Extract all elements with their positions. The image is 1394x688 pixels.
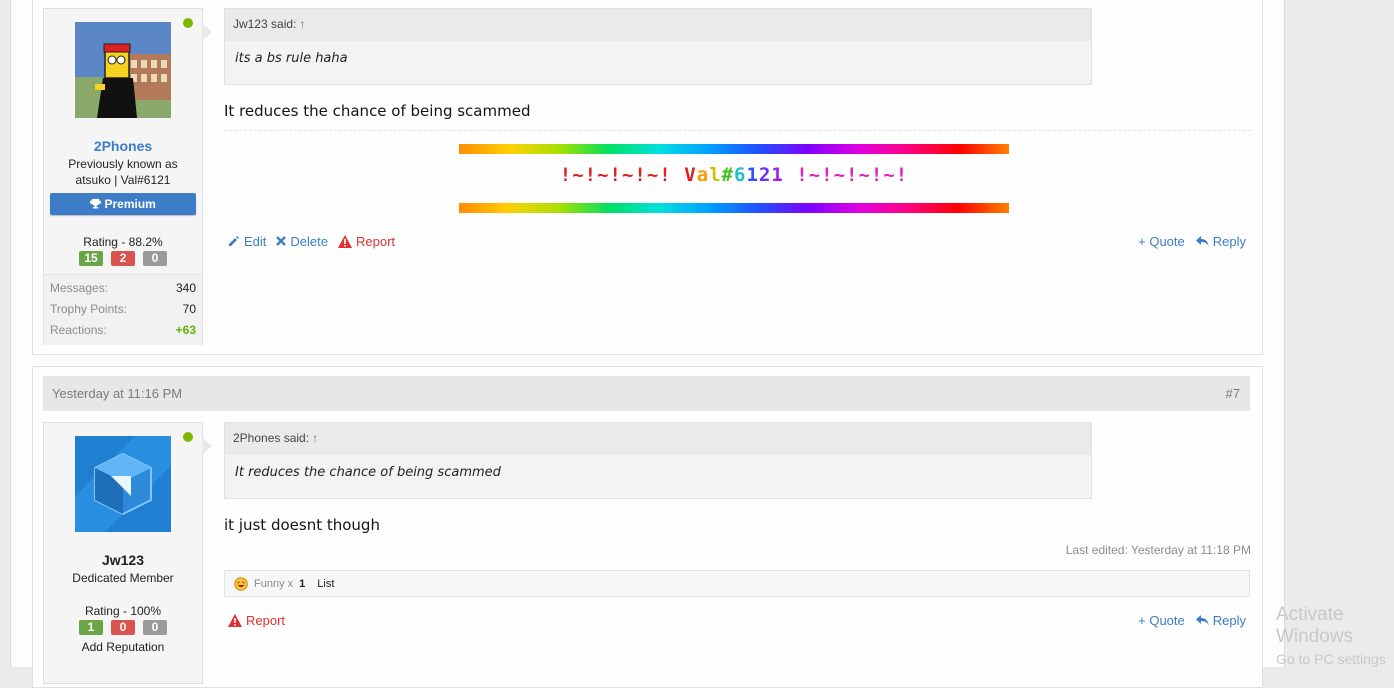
signature-part: 6 [734, 164, 747, 186]
signature-part: V [684, 164, 697, 186]
close-icon [276, 236, 287, 246]
rating-neutral[interactable]: 0 [143, 620, 167, 635]
user-title: Dedicated Member [72, 571, 174, 585]
online-indicator [183, 432, 193, 442]
post-container [32, 366, 1263, 688]
last-edited: Last edited: Yesterday at 11:18 PM [1065, 543, 1251, 557]
quote-author: Jw123 said: [233, 17, 297, 31]
pencil-icon [229, 236, 239, 246]
quote-text: It reduces the chance of being scammed [235, 465, 501, 480]
username[interactable]: Jw123 [44, 552, 202, 568]
rating-negative[interactable]: 2 [111, 251, 135, 266]
user-card: Jw123 Dedicated Member Rating - 100% 1 0… [43, 422, 212, 684]
quote-jump-link[interactable]: ↑ [312, 431, 318, 445]
signature-part: !~!~!~!~! [559, 164, 685, 186]
avatar[interactable] [75, 436, 171, 532]
rating-label: Rating - 100% [84, 604, 162, 618]
message-text: It reduces the chance of being scammed [224, 102, 531, 120]
reactions-bar: Funny x 1 List [224, 570, 1250, 597]
watermark-title: Activate Windows [1276, 604, 1354, 647]
quote-link[interactable]: + Quote [1138, 234, 1185, 249]
avatar[interactable] [75, 22, 171, 118]
quote-text: its a bs rule haha [235, 51, 348, 66]
reply-link[interactable]: Reply [1195, 234, 1246, 249]
delete-link[interactable]: Delete [276, 234, 328, 249]
quote-jump-link[interactable]: ↑ [299, 17, 305, 31]
reply-icon [1195, 236, 1209, 246]
post-actions-right: + Quote Reply [1138, 232, 1246, 250]
user-stats: Messages: 340 Trophy Points: 70 Reaction… [44, 274, 202, 345]
reaction-label[interactable]: Funny x [254, 578, 293, 590]
post-actions-right: + Quote Reply [1138, 611, 1246, 629]
online-indicator [183, 18, 193, 28]
rating-positive[interactable]: 1 [79, 620, 103, 635]
quote-block: 2Phones said: ↑ It reduces the chance of … [224, 422, 1092, 499]
signature-part: l [709, 164, 722, 186]
quote-author: 2Phones said: [233, 431, 310, 445]
post-date[interactable]: Yesterday at 11:16 PM [52, 376, 182, 411]
add-reputation-link[interactable]: Add Reputation [44, 640, 202, 654]
signature-part: 1 [771, 164, 784, 186]
post-header: Yesterday at 11:16 PM #7 [43, 376, 1250, 411]
warning-icon [337, 234, 352, 248]
warning-icon [228, 613, 242, 627]
activation-watermark: Activate Windows Go to PC settings [1276, 604, 1394, 670]
username[interactable]: 2Phones [44, 138, 202, 154]
rating-badges: 1 0 0 [44, 620, 202, 635]
trophy-icon [90, 197, 104, 211]
report-link[interactable]: Report [228, 613, 285, 628]
signature-divider [224, 130, 1251, 131]
stat-trophy-points[interactable]: Trophy Points: 70 [50, 302, 196, 322]
rating-neutral[interactable]: 0 [143, 251, 167, 266]
quote-block: Jw123 said: ↑ its a bs rule haha [224, 8, 1092, 85]
premium-label: Premium [104, 197, 156, 211]
signature-rainbow-bar [459, 203, 1009, 213]
quote-header: Jw123 said: ↑ [225, 9, 1091, 41]
rating-label: Rating - 88.2% [83, 235, 163, 249]
quote-header: 2Phones said: ↑ [225, 423, 1091, 455]
user-title: Previously known as atsuko | Val#6121 [68, 157, 178, 187]
card-pointer [202, 437, 212, 455]
signature-part: # [721, 164, 734, 186]
stat-reactions: Reactions: +63 [50, 323, 196, 337]
signature-part: !~!~!~!~! [783, 164, 909, 186]
rating-positive[interactable]: 15 [79, 251, 103, 266]
message-text: it just doesnt though [224, 516, 380, 534]
signature-part: a [696, 164, 710, 186]
signature-rainbow-bar [459, 144, 1009, 154]
reaction-count: 1 [299, 577, 306, 590]
quote-link[interactable]: + Quote [1138, 613, 1185, 628]
rating-negative[interactable]: 0 [111, 620, 135, 635]
post-number[interactable]: #7 [1226, 376, 1240, 411]
stat-messages: Messages: 340 [50, 281, 196, 295]
signature-text: !~!~!~!~! Val#6121 !~!~!~!~! [459, 164, 1009, 186]
signature-part: 2 [758, 164, 772, 186]
user-card: 2Phones Previously known as atsuko | Val… [43, 8, 212, 345]
reply-link[interactable]: Reply [1195, 613, 1246, 628]
edit-link[interactable]: Edit [228, 234, 266, 249]
rating-badges: 15 2 0 [44, 251, 202, 266]
premium-badge[interactable]: Premium [50, 193, 196, 215]
card-pointer [202, 23, 212, 41]
reactions-list-link[interactable]: List [317, 578, 334, 590]
funny-emoji-icon [234, 576, 248, 591]
reply-icon [1195, 615, 1209, 625]
signature-part: 1 [746, 164, 759, 186]
post-actions: Report [228, 611, 285, 629]
report-link[interactable]: Report [337, 234, 395, 249]
post-actions: Edit Delete Report [228, 232, 395, 250]
